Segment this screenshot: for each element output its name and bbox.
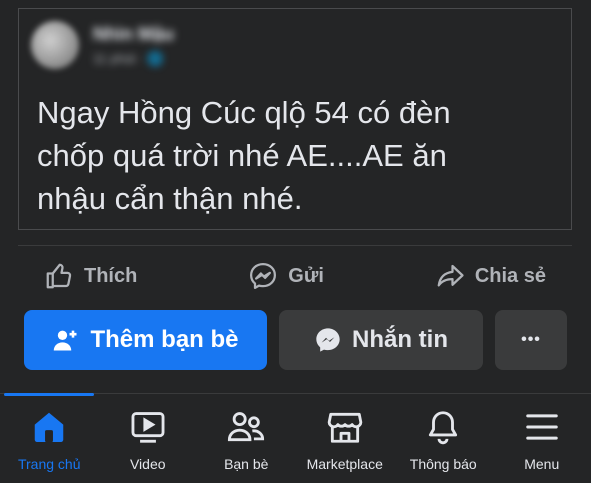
friends-icon [228,412,265,442]
nav-item-home[interactable]: Trang chủ [0,400,99,483]
nav-item-menu[interactable]: Menu [493,400,591,483]
like-icon [46,263,72,289]
add-friend-icon [54,330,77,351]
send-label: Gửi [288,264,324,287]
send-button[interactable]: Gửi [222,261,350,291]
post-actions: Thích Gửi Chia sẻ [18,252,572,300]
author-row[interactable]: Nhìn Mậu 11 phút · 🌐 [31,21,174,69]
nav-label-marketplace: Marketplace [306,456,383,472]
add-friend-button[interactable]: Thêm bạn bè [24,310,267,370]
home-icon [35,412,64,443]
more-icon: ••• [521,331,541,348]
marketplace-icon [327,412,363,443]
nav-item-marketplace[interactable]: Marketplace [296,400,395,483]
nav-label-friends: Bạn bè [224,456,269,472]
messenger-icon [316,328,340,352]
bell-icon [429,411,458,445]
post-text: Ngay Hồng Cúc qlộ 54 có đèn chốp quá trờ… [37,95,451,216]
like-button[interactable]: Thích [18,261,163,291]
profile-button-row: Thêm bạn bè Nhắn tin ••• [24,310,567,370]
post-card: Nhìn Mậu 11 phút · 🌐 Ngay Hồng Cúc qlộ 5… [18,8,572,230]
share-icon [437,264,464,287]
messenger-icon [250,263,277,289]
nav-label-menu: Menu [524,456,560,472]
message-button[interactable]: Nhắn tin [279,310,483,370]
more-options-button[interactable]: ••• [495,310,567,370]
nav-item-friends[interactable]: Bạn bè [197,400,296,483]
nav-label-home: Trang chủ [17,456,81,472]
active-tab-indicator [4,393,94,396]
author-name[interactable]: Nhìn Mậu [93,24,174,45]
author-meta: Nhìn Mậu 11 phút · 🌐 [93,24,174,67]
nav-item-notifications[interactable]: Thông báo [394,400,493,483]
share-label: Chia sẻ [474,264,546,287]
video-icon [131,412,165,443]
add-friend-label: Thêm bạn bè [90,326,239,353]
share-button[interactable]: Chia sẻ [409,261,572,291]
bottom-nav: Trang chủ Video Bạn bè Marketplace Thông… [0,400,591,483]
nav-item-video[interactable]: Video [99,400,198,483]
avatar[interactable] [31,21,79,69]
post-timestamp: 11 phút · 🌐 [93,50,164,66]
menu-icon [525,414,558,440]
divider [18,245,572,246]
like-label: Thích [84,264,138,287]
message-label: Nhắn tin [352,326,448,353]
nav-label-video: Video [129,456,166,472]
nav-label-notifications: Thông báo [409,456,477,472]
